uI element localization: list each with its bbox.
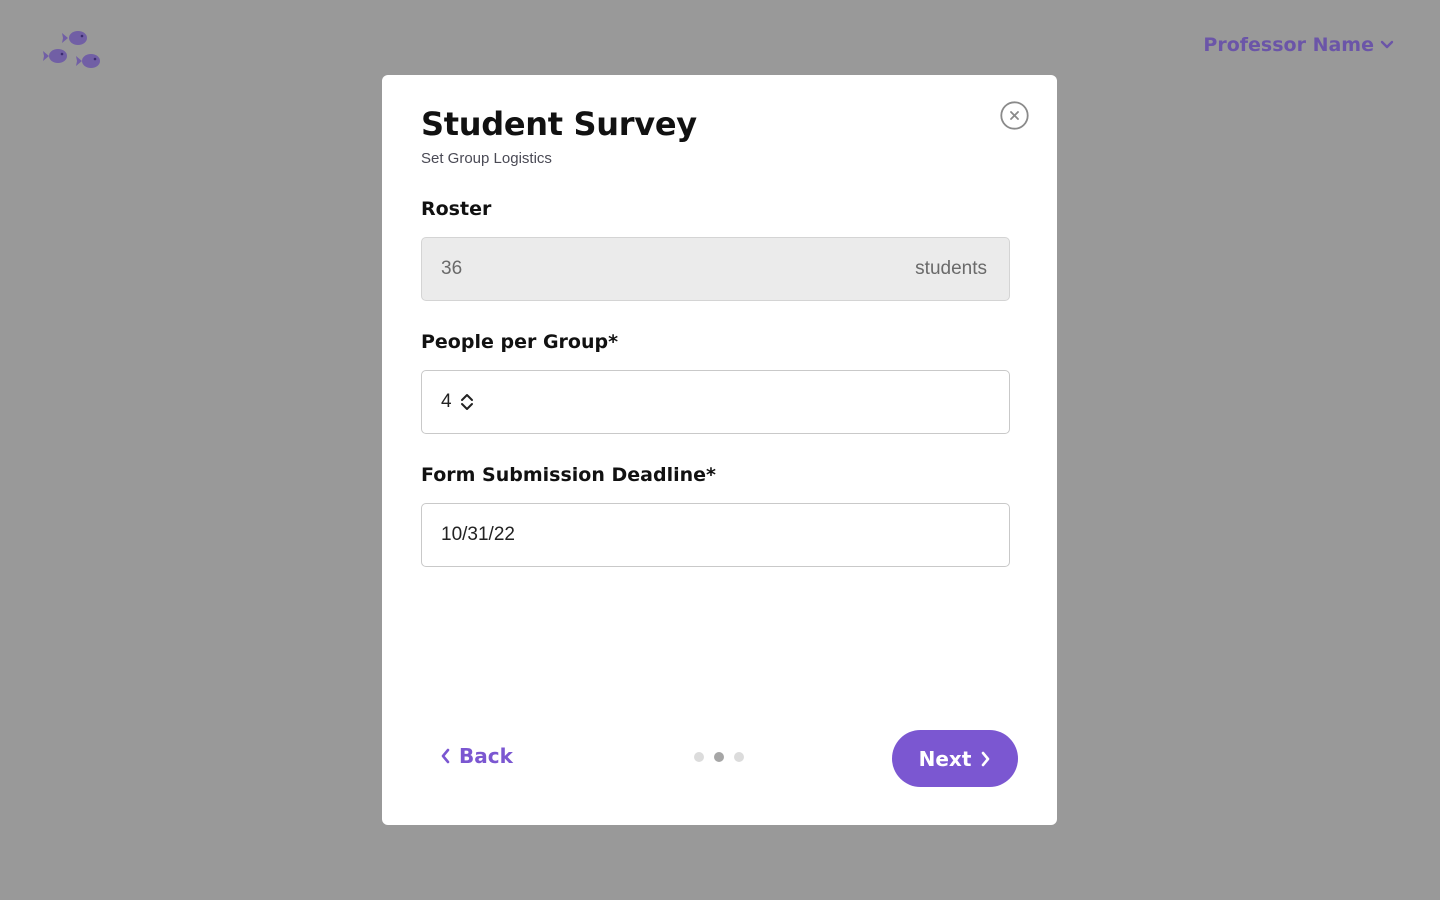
next-button-label: Next xyxy=(918,746,972,771)
modal-backdrop[interactable]: Professor Name Student Survey Set Group … xyxy=(0,0,1440,900)
chevron-down-icon[interactable] xyxy=(460,402,474,412)
step-dot xyxy=(734,752,744,762)
step-dot-active xyxy=(714,752,724,762)
group-size-value: 4 xyxy=(441,391,452,412)
chevron-left-icon xyxy=(440,748,450,764)
survey-modal: Student Survey Set Group Logistics Roste… xyxy=(382,75,1057,825)
group-size-input[interactable]: 4 xyxy=(421,370,1010,434)
close-button[interactable] xyxy=(1000,101,1029,130)
group-size-label: People per Group* xyxy=(421,331,619,353)
next-button[interactable]: Next xyxy=(892,730,1018,787)
chevron-down-icon xyxy=(1380,40,1394,50)
modal-title: Student Survey xyxy=(421,105,697,143)
modal-subtitle: Set Group Logistics xyxy=(421,150,552,167)
chevron-right-icon xyxy=(981,751,991,767)
back-button-label: Back xyxy=(459,744,513,768)
step-indicator xyxy=(694,752,744,762)
chevron-up-icon[interactable] xyxy=(460,392,474,402)
deadline-label: Form Submission Deadline* xyxy=(421,464,716,486)
fish-school-logo[interactable] xyxy=(42,28,102,72)
deadline-input[interactable]: 10/31/22 xyxy=(421,503,1010,567)
user-menu[interactable]: Professor Name xyxy=(1203,34,1394,56)
roster-value: 36 xyxy=(441,258,463,279)
back-button[interactable]: Back xyxy=(440,744,513,768)
step-dot xyxy=(694,752,704,762)
quantity-stepper[interactable] xyxy=(460,392,474,412)
roster-field: 36 students xyxy=(421,237,1010,301)
deadline-value: 10/31/22 xyxy=(441,524,515,545)
close-circle-icon xyxy=(1000,101,1029,130)
roster-label: Roster xyxy=(421,198,492,220)
roster-suffix: students xyxy=(915,258,987,279)
user-menu-label: Professor Name xyxy=(1203,34,1374,56)
